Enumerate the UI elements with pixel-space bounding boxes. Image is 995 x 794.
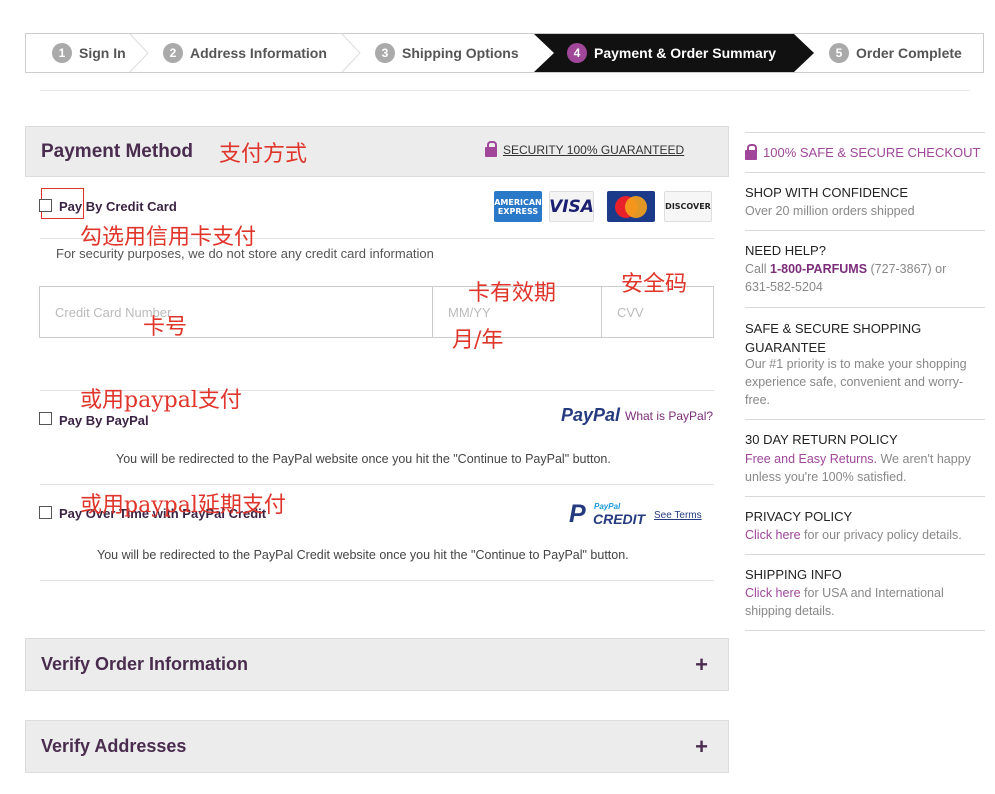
checkout-stepper: 1 Sign In 2 Address Information 3 Shipping … [25,33,984,73]
step-label: Order Complete [856,45,962,61]
annotation-payment-method: 支付方式 [219,142,308,167]
expand-plus-icon[interactable]: + [695,734,708,760]
verify-addresses-panel[interactable]: Verify Addresses + [25,720,729,773]
sidebar-divider [745,172,985,173]
secure-shopping-text: Our #1 priority is to make your shopping… [745,357,967,407]
paypal-logo: PayPal [561,405,621,425]
sidebar-divider [745,230,985,231]
payment-method-title: Payment Method [41,141,194,162]
sidebar-divider [745,419,985,420]
card-number-input[interactable] [53,304,371,321]
visa-card-icon: VISA [549,191,594,222]
divider [40,90,970,91]
card-number-field[interactable] [39,286,433,338]
credit-card-checkbox[interactable] [39,199,52,212]
privacy-text: Click here for our privacy policy detail… [745,528,962,542]
safe-checkout-text: 100% SAFE & SECURE CHECKOUT [763,145,981,160]
paypal-credit-logo-bottom: CREDIT [593,511,646,527]
annotation-check-credit: 勾选用信用卡支付 [80,225,257,250]
secure-shopping-title: SAFE & SECURE SHOPPING GUARANTEE [745,321,922,355]
confidence-text: Over 20 million orders shipped [745,204,915,218]
return-policy-text: Free and Easy Returns. We aren't happy u… [745,452,971,484]
divider [40,580,714,581]
verify-order-panel[interactable]: Verify Order Information + [25,638,729,691]
step-label: Address Information [190,45,327,61]
shipping-link[interactable]: Click here [745,586,801,600]
sidebar-divider [745,132,985,133]
verify-order-title: Verify Order Information [41,654,249,674]
security-guarantee: SECURITY 100% GUARANTEED [485,141,685,157]
mastercard-icon [607,191,655,222]
step-divider-icon [129,34,149,72]
paypal-label[interactable]: Pay By PayPal [59,413,149,428]
annotation-or-paypal-credit: 或用paypal延期支付 [80,493,286,518]
annotation-or-paypal: 或用paypal支付 [80,388,242,413]
lock-icon [485,141,497,157]
amex-card-icon: AMERICAN EXPRESS [494,191,542,222]
annotation-card-number: 卡号 [143,315,188,340]
sidebar-divider [745,630,985,631]
discover-card-icon: DISCOVER [664,191,712,222]
verify-addresses-title: Verify Addresses [41,736,187,756]
help-title: NEED HELP? [745,243,826,258]
returns-link[interactable]: Free and Easy Returns. [745,452,877,466]
expand-plus-icon[interactable]: + [695,652,708,678]
step-divider-icon [341,34,361,72]
sidebar-divider [745,554,985,555]
paypal-checkbox[interactable] [39,412,52,425]
annotation-month-year: 月/年 [452,328,504,353]
annotation-expiry: 卡有效期 [468,281,557,306]
what-is-paypal-link[interactable]: What is PayPal? [625,409,713,423]
security-text: SECURITY 100% GUARANTEED [503,143,685,157]
privacy-link[interactable]: Click here [745,528,801,542]
step-number: 3 [375,43,395,63]
paypal-credit-logo: P PayPal CREDIT [569,501,645,528]
safe-checkout-banner: 100% SAFE & SECURE CHECKOUT [745,143,981,160]
annotation-cvv: 安全码 [621,272,688,297]
cvv-input[interactable] [615,304,708,321]
step-label: Shipping Options [402,45,519,61]
privacy-title: PRIVACY POLICY [745,509,853,524]
step-number: 4 [567,43,587,63]
step-complete: 5 Order Complete [829,34,962,72]
paypal-p-icon: P [569,500,586,528]
step-number: 2 [163,43,183,63]
step-address[interactable]: 2 Address Information [163,34,327,72]
paypal-credit-note: You will be redirected to the PayPal Cre… [97,548,629,562]
paypal-credit-logo-top: PayPal [594,502,621,511]
divider [40,484,714,485]
step-label: Sign In [79,45,126,61]
see-terms-link[interactable]: See Terms [654,510,702,521]
step-number: 1 [52,43,72,63]
paypal-note: You will be redirected to the PayPal web… [116,452,611,466]
sidebar-divider [745,496,985,497]
shipping-info-text: Click here for USA and International shi… [745,586,944,618]
credit-card-label[interactable]: Pay By Credit Card [59,199,177,214]
step-label: Payment & Order Summary [594,45,777,61]
step-sign-in[interactable]: 1 Sign In [52,34,126,72]
paypal-credit-checkbox[interactable] [39,506,52,519]
phone-link[interactable]: 1-800-PARFUMS [770,262,867,276]
lock-icon [745,143,757,160]
step-number: 5 [829,43,849,63]
help-text: Call 1-800-PARFUMS (727-3867) or 631-582-… [745,262,947,294]
step-payment: 4 Payment & Order Summary [567,34,776,72]
sidebar-divider [745,307,985,308]
confidence-title: SHOP WITH CONFIDENCE [745,185,908,200]
return-policy-title: 30 DAY RETURN POLICY [745,432,898,447]
shipping-info-title: SHIPPING INFO [745,567,842,582]
step-shipping[interactable]: 3 Shipping Options [375,34,519,72]
